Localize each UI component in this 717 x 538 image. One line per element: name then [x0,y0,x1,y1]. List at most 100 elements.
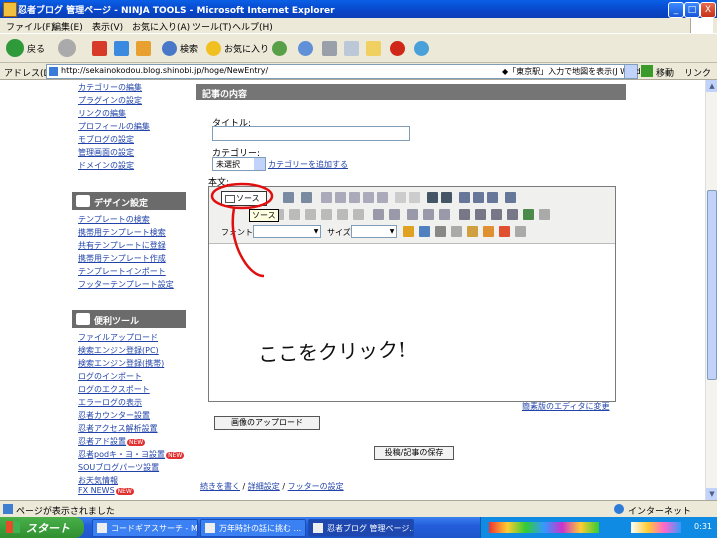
vertical-scrollbar[interactable]: ▲ ▼ [705,80,717,500]
detail-settings-link[interactable]: 詳細設定 [248,482,280,491]
add-category-link[interactable]: カテゴリーを追加する [268,159,348,170]
size-select[interactable]: ▼ [351,225,397,238]
menu-view[interactable]: 表示(V) [92,20,123,33]
taskbar-item-active[interactable]: 忍者ブログ 管理ページ... [308,519,414,537]
people-button[interactable] [414,38,429,58]
save-doc-icon[interactable] [283,192,294,203]
justify-icon[interactable] [507,209,518,220]
edit-button[interactable] [344,38,359,58]
sidebar-link[interactable]: 忍者podキ・ヨ・ヨ設置 NEW [78,449,185,460]
paste-icon[interactable] [349,192,360,203]
menu-tools[interactable]: ツール(T) [192,20,232,33]
menu-favorites[interactable]: お気に入り(A) [132,20,190,33]
simple-editor-link[interactable]: 簡素版のエディタに変更 [522,401,609,412]
favorites-button[interactable]: お気に入り [206,38,269,58]
sidebar-link[interactable]: ドメインの設定 [78,160,134,171]
search-button[interactable]: 検索 [162,38,198,58]
maximize-button[interactable]: □ [684,2,700,18]
sidebar-link[interactable]: 携帯用テンプレート検索 [78,227,166,238]
maximize-editor-icon[interactable] [499,226,510,237]
special-char-icon[interactable] [483,226,494,237]
sidebar-link[interactable]: 管理画面の設定 [78,147,134,158]
text-color-icon[interactable] [403,226,414,237]
superscript-icon[interactable] [353,209,364,220]
sidebar-link[interactable]: エラーログの表示 [78,397,142,408]
unlink-icon[interactable] [539,209,550,220]
image-upload-button[interactable]: 画像のアップロード [214,416,320,430]
sidebar-link[interactable]: 検索エンジン登録(PC) [78,345,159,356]
table-icon[interactable] [459,192,470,203]
scroll-thumb[interactable] [707,190,717,380]
category-select[interactable]: 未選択 [212,157,266,171]
sidebar-link[interactable]: 共有テンプレートに登録 [78,240,166,251]
menu-help[interactable]: ヘルプ(H) [232,20,273,33]
history-button[interactable] [272,38,287,58]
paste-word-icon[interactable] [377,192,388,203]
go-button[interactable]: 移動 [656,66,674,79]
hr-icon[interactable] [451,226,462,237]
save-entry-button[interactable]: 投稿/記事の保存 [374,446,454,460]
go-arrow-icon[interactable] [641,65,653,77]
tray-icons[interactable] [489,522,599,533]
select-all-icon[interactable] [487,192,498,203]
page-break-icon[interactable] [515,226,526,237]
spellcheck-icon[interactable] [505,192,516,203]
link-icon[interactable] [523,209,534,220]
back-button[interactable]: 戻る [6,38,45,58]
sidebar-link[interactable]: 忍者カウンター設置 [78,410,150,421]
sidebar-link[interactable]: プロフィールの編集 [78,121,150,132]
print-button[interactable] [322,38,337,58]
align-left-icon[interactable] [459,209,470,220]
refresh-button[interactable] [114,38,129,58]
footer-settings-link[interactable]: フッターの設定 [288,482,344,491]
cut-icon[interactable] [321,192,332,203]
sidebar-link[interactable]: ログのインポート [78,371,142,382]
replace-icon[interactable] [441,192,452,203]
sidebar-link[interactable]: カテゴリーの編集 [78,82,142,93]
rich-text-editor[interactable]: ソース ソース フォント ▼ サイズ ▼ [208,186,616,402]
address-dropdown-icon[interactable] [624,65,637,78]
window-title-bar[interactable]: 忍者ブログ 管理ページ - NINJA TOOLS - Microsoft In… [0,0,717,18]
subscript-icon[interactable] [337,209,348,220]
blockquote-icon[interactable] [439,209,450,220]
stop-button[interactable] [92,38,107,58]
close-button[interactable]: X [700,2,716,18]
smiley-icon[interactable] [467,226,478,237]
start-button[interactable]: スタート [0,517,84,538]
sidebar-link[interactable]: リンクの編集 [78,108,126,119]
sidebar-link[interactable]: FX NEWS NEW [78,486,134,495]
home-button[interactable] [136,38,151,58]
outdent-icon[interactable] [407,209,418,220]
forward-button[interactable] [58,38,76,58]
find-icon[interactable] [427,192,438,203]
sidebar-link[interactable]: テンプレートインポート [78,266,166,277]
sidebar-link[interactable]: モブログの設定 [78,134,134,145]
mail-button[interactable] [298,38,313,58]
ordered-list-icon[interactable] [373,209,384,220]
flash-icon[interactable] [435,226,446,237]
font-select[interactable]: ▼ [253,225,321,238]
bulleted-list-icon[interactable] [389,209,400,220]
redo-icon[interactable] [409,192,420,203]
align-right-icon[interactable] [491,209,502,220]
source-button[interactable]: ソース [221,191,267,206]
indent-icon[interactable] [423,209,434,220]
minimize-button[interactable]: _ [668,2,684,18]
sidebar-link[interactable]: フッターテンプレート設定 [78,279,174,290]
image-icon[interactable] [419,226,430,237]
undo-icon[interactable] [395,192,406,203]
menu-edit[interactable]: 編集(E) [52,20,83,33]
sidebar-link[interactable]: 忍者アド設置 NEW [78,436,146,447]
sidebar-link[interactable]: 忍者アクセス解析設置 [78,423,158,434]
align-center-icon[interactable] [475,209,486,220]
taskbar-item[interactable]: 万年時計の話に挑む ... [200,519,306,537]
scroll-up-icon[interactable]: ▲ [706,80,717,92]
sidebar-link[interactable]: 携帯用テンプレート作成 [78,253,166,264]
taskbar-item[interactable]: コードギアスサーチ - Mi... [92,519,198,537]
sidebar-link[interactable]: 検索エンジン登録(携帯) [78,358,164,369]
scroll-down-icon[interactable]: ▼ [706,488,717,500]
strikethrough-icon[interactable] [321,209,332,220]
paste-text-icon[interactable] [363,192,374,203]
messenger-button[interactable] [390,38,405,58]
italic-icon[interactable] [289,209,300,220]
